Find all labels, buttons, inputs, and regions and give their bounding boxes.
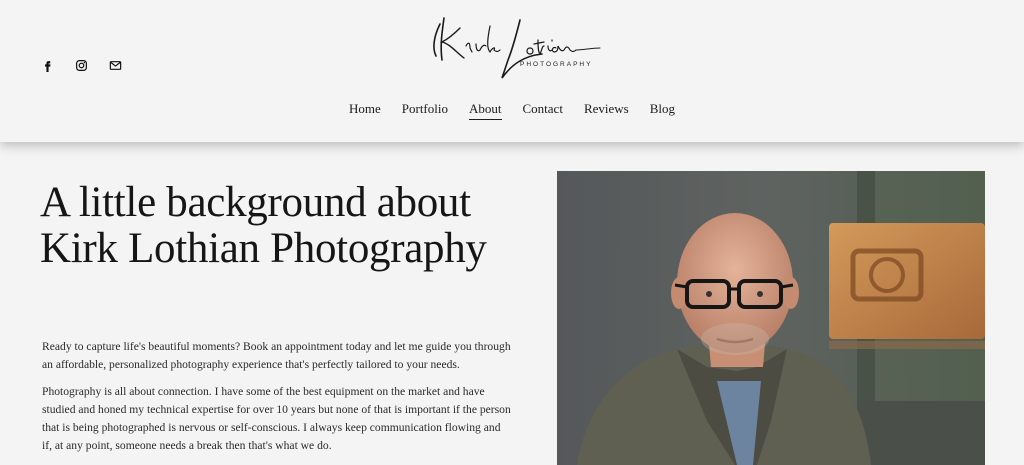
- site-header: PHOTOGRAPHY Home Portfolio About Contact…: [0, 0, 1024, 142]
- nav-portfolio[interactable]: Portfolio: [402, 101, 448, 120]
- page-headline: A little background about Kirk Lothian P…: [40, 179, 487, 272]
- about-text: Ready to capture life's beautiful moment…: [42, 338, 512, 464]
- nav-home[interactable]: Home: [349, 101, 381, 120]
- about-paragraph-1: Ready to capture life's beautiful moment…: [42, 340, 511, 371]
- facebook-icon[interactable]: [40, 58, 54, 72]
- site-logo[interactable]: PHOTOGRAPHY: [420, 6, 610, 86]
- nav-about[interactable]: About: [469, 101, 502, 120]
- instagram-icon[interactable]: [74, 58, 88, 72]
- nav-blog[interactable]: Blog: [650, 101, 675, 120]
- nav-reviews[interactable]: Reviews: [584, 101, 629, 120]
- logo-subtitle: PHOTOGRAPHY: [520, 61, 593, 68]
- social-links: [40, 58, 122, 72]
- mail-icon[interactable]: [108, 58, 122, 72]
- portrait-photo: [557, 171, 985, 465]
- about-paragraph-2: Photography is all about connection. I h…: [42, 385, 511, 452]
- nav-contact[interactable]: Contact: [523, 101, 563, 120]
- main-nav: Home Portfolio About Contact Reviews Blo…: [0, 101, 1024, 120]
- logo-signature: [433, 17, 601, 79]
